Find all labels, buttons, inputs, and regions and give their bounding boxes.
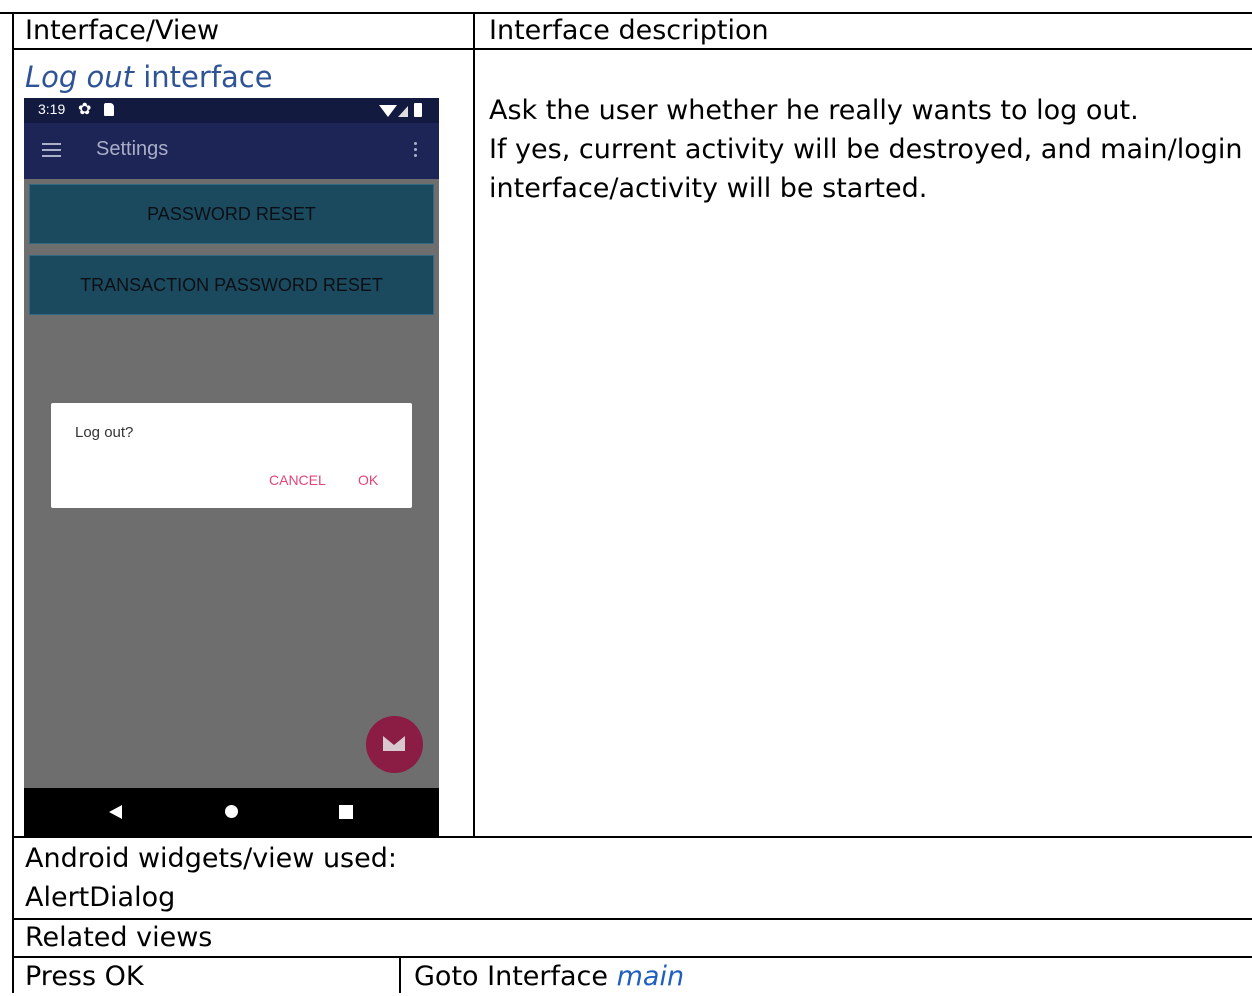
status-time: 3:19 [38, 101, 66, 117]
dialog-message: Log out? [75, 424, 134, 441]
sd-card-icon [104, 103, 114, 116]
related-target-prefix: Goto Interface [414, 961, 617, 992]
table-border-left [12, 12, 14, 993]
widgets-value: AlertDialog [25, 882, 176, 913]
signal-icon [398, 106, 408, 117]
overflow-menu-icon[interactable] [414, 142, 418, 160]
mail-fab-button[interactable] [366, 716, 423, 773]
related-action: Press OK [25, 961, 144, 992]
dialog-ok-button[interactable]: OK [358, 472, 378, 488]
description-line-3: interface/activity will be started. [489, 173, 928, 204]
widgets-label: Android widgets/view used: [25, 843, 397, 874]
wifi-icon [379, 105, 397, 117]
header-interface-view: Interface/View [25, 15, 220, 46]
back-icon[interactable] [109, 805, 122, 819]
menu-icon[interactable] [42, 143, 61, 157]
toolbar-title: Settings [96, 138, 169, 160]
related-column-divider [399, 956, 401, 993]
view-caption: Log out interface [25, 60, 273, 94]
transaction-password-reset-button[interactable]: TRANSACTION PASSWORD RESET [29, 255, 434, 315]
status-bar: 3:19 ✿ [24, 98, 439, 123]
home-icon[interactable] [225, 805, 238, 818]
navigation-bar [24, 788, 439, 837]
app-toolbar: Settings [24, 123, 439, 179]
interface-description: Ask the user whether he really wants to … [489, 91, 1243, 208]
related-target: Goto Interface main [414, 958, 684, 996]
gear-icon: ✿ [78, 99, 92, 118]
related-views-label: Related views [25, 922, 213, 953]
description-line-2: If yes, current activity will be destroy… [489, 134, 1243, 165]
caption-rest: interface [134, 60, 273, 94]
main-interface-link[interactable]: main [617, 961, 684, 992]
caption-italic: Log out [25, 60, 135, 94]
dialog-cancel-button[interactable]: CANCEL [269, 472, 326, 488]
battery-icon [414, 103, 422, 117]
password-reset-button[interactable]: PASSWORD RESET [29, 184, 434, 244]
mail-icon [383, 736, 405, 751]
description-line-1: Ask the user whether he really wants to … [489, 95, 1139, 126]
column-divider [473, 12, 475, 838]
phone-screenshot: 3:19 ✿ Settings PASSWORD RESET TRANSACTI… [24, 98, 439, 837]
recents-icon[interactable] [339, 805, 353, 819]
header-interface-description: Interface description [489, 15, 769, 46]
logout-dialog: Log out? CANCEL OK [51, 403, 412, 508]
